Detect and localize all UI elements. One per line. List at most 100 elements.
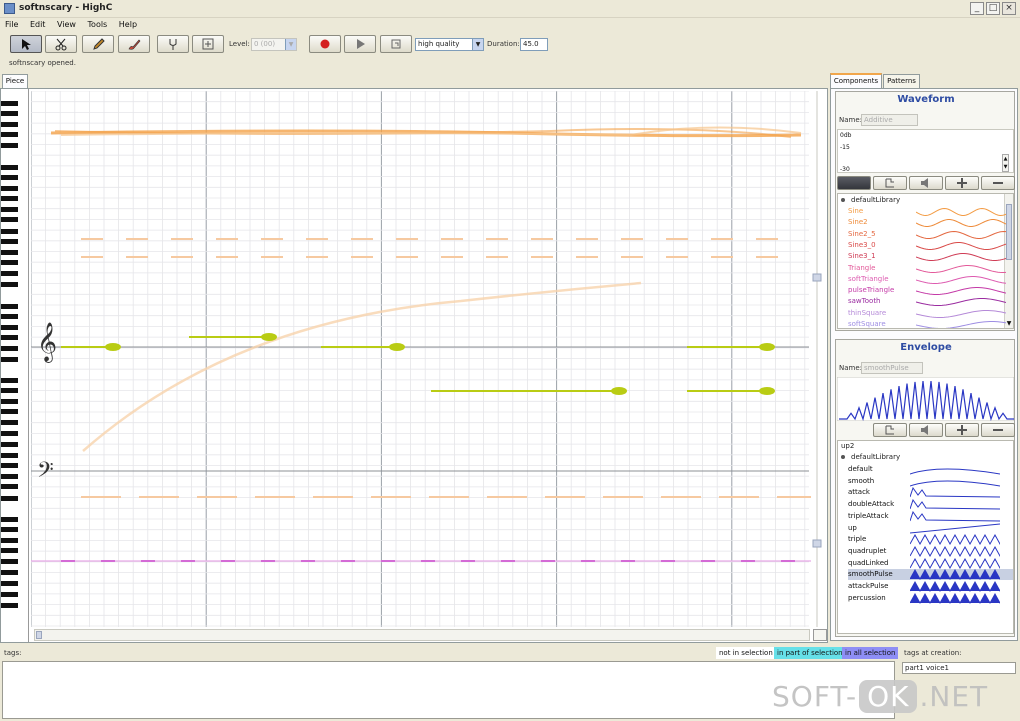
waveform-name-field[interactable]: Additive — [861, 114, 918, 126]
tuning-tool-button[interactable] — [157, 35, 189, 53]
waveform-remove-button[interactable] — [981, 176, 1015, 190]
piano-black-key[interactable] — [1, 111, 18, 116]
waveform-item[interactable]: thinSquare — [848, 308, 1008, 319]
tags-textarea[interactable] — [2, 661, 895, 719]
envelope-top-item[interactable]: up2 — [841, 441, 854, 452]
waveform-item[interactable]: softTriangle — [848, 274, 1008, 285]
envelope-item[interactable]: attack — [848, 487, 1013, 498]
waveform-item[interactable]: Sine2 — [848, 217, 1008, 228]
piano-keyboard[interactable] — [1, 89, 29, 642]
cut-tool-button[interactable] — [45, 35, 77, 53]
piano-black-key[interactable] — [1, 260, 18, 265]
piano-black-key[interactable] — [1, 101, 18, 106]
piano-black-key[interactable] — [1, 271, 18, 276]
brush-tool-button[interactable] — [118, 35, 150, 53]
waveform-item[interactable]: softSquare — [848, 319, 1008, 328]
waveform-item[interactable]: Triangle — [848, 263, 1008, 274]
piano-black-key[interactable] — [1, 357, 18, 362]
level-select[interactable]: 0 (00) ▼ — [251, 38, 297, 51]
piano-black-key[interactable] — [1, 603, 18, 608]
waveform-spectrum[interactable]: 0db -15 -30 ▲ ▼ — [837, 129, 1014, 173]
piano-black-key[interactable] — [1, 335, 18, 340]
piano-black-key[interactable] — [1, 175, 18, 180]
horizontal-scrollbar[interactable] — [34, 629, 810, 641]
envelope-item[interactable]: smooth — [848, 476, 1013, 487]
tab-piece[interactable]: Piece — [2, 74, 28, 88]
envelope-preview[interactable] — [837, 377, 1014, 421]
tab-patterns[interactable]: Patterns — [883, 74, 920, 88]
envelope-item[interactable]: quadruplet — [848, 545, 1013, 557]
piano-black-key[interactable] — [1, 196, 18, 201]
envelope-remove-button[interactable] — [981, 423, 1015, 437]
piano-black-key[interactable] — [1, 314, 18, 319]
select-tool-button[interactable] — [10, 35, 42, 53]
envelope-name-field[interactable]: smoothPulse — [861, 362, 923, 374]
piano-black-key[interactable] — [1, 239, 18, 244]
envelope-item[interactable]: default — [848, 464, 1013, 475]
waveform-item[interactable]: pulseTriangle — [848, 285, 1008, 296]
piano-black-key[interactable] — [1, 517, 18, 522]
tab-components[interactable]: Components — [830, 73, 882, 88]
piano-black-key[interactable] — [1, 474, 18, 479]
menu-view[interactable]: View — [57, 18, 76, 32]
piano-black-key[interactable] — [1, 538, 18, 543]
piano-black-key[interactable] — [1, 325, 18, 330]
waveform-color-button[interactable] — [837, 176, 871, 190]
envelope-library-root[interactable]: defaultLibrary — [841, 452, 900, 463]
piano-black-key[interactable] — [1, 378, 18, 383]
piano-black-key[interactable] — [1, 143, 18, 148]
envelope-item[interactable]: percussion — [848, 592, 1013, 604]
play-button[interactable] — [344, 35, 376, 53]
piano-black-key[interactable] — [1, 581, 18, 586]
waveform-item[interactable]: Sine2_5 — [848, 229, 1008, 240]
piano-black-key[interactable] — [1, 250, 18, 255]
maximize-button[interactable]: □ — [986, 2, 1000, 15]
piano-black-key[interactable] — [1, 592, 18, 597]
piano-black-key[interactable] — [1, 217, 18, 222]
piano-black-key[interactable] — [1, 122, 18, 127]
piano-black-key[interactable] — [1, 186, 18, 191]
piano-black-key[interactable] — [1, 132, 18, 137]
waveform-item[interactable]: Sine3_0 — [848, 240, 1008, 251]
waveform-add-button[interactable] — [945, 176, 979, 190]
duration-input[interactable]: 45.0 — [520, 38, 548, 51]
piano-black-key[interactable] — [1, 442, 18, 447]
menu-file[interactable]: File — [5, 18, 18, 32]
piano-black-key[interactable] — [1, 282, 18, 287]
piano-black-key[interactable] — [1, 484, 18, 489]
piano-black-key[interactable] — [1, 496, 18, 501]
envelope-item[interactable]: triple — [848, 534, 1013, 546]
envelope-item[interactable]: attackPulse — [848, 581, 1013, 592]
piano-black-key[interactable] — [1, 463, 18, 468]
piano-black-key[interactable] — [1, 431, 18, 436]
envelope-add-button[interactable] — [945, 423, 979, 437]
envelope-item[interactable]: doubleAttack — [848, 499, 1013, 510]
piano-black-key[interactable] — [1, 388, 18, 393]
piano-black-key[interactable] — [1, 165, 18, 170]
waveform-play-button[interactable] — [909, 176, 943, 190]
piano-black-key[interactable] — [1, 559, 18, 564]
envelope-item[interactable]: smoothPulse — [848, 569, 1013, 581]
waveform-item[interactable]: sawTooth — [848, 296, 1008, 307]
score-grid[interactable]: 𝄞𝄢 — [31, 91, 811, 627]
piano-black-key[interactable] — [1, 453, 18, 458]
envelope-library-list[interactable]: up2 defaultLibrary default smooth attack do… — [837, 440, 1014, 634]
piano-black-key[interactable] — [1, 409, 18, 414]
piano-black-key[interactable] — [1, 420, 18, 425]
waveform-item[interactable]: Sine3_1 — [848, 251, 1008, 262]
envelope-item[interactable]: tripleAttack — [848, 510, 1013, 522]
record-button[interactable] — [309, 35, 341, 53]
minimize-button[interactable]: _ — [970, 2, 984, 15]
pencil-tool-button[interactable] — [82, 35, 114, 53]
menu-tools[interactable]: Tools — [88, 18, 108, 32]
envelope-item[interactable]: up — [848, 523, 1013, 534]
waveform-library-list[interactable]: defaultLibrary ▼ Sine Sine2 Sine2_5 Sine3_0… — [837, 193, 1014, 329]
piano-black-key[interactable] — [1, 548, 18, 553]
piano-black-key[interactable] — [1, 399, 18, 404]
envelope-new-button[interactable] — [873, 423, 907, 437]
piece-canvas[interactable]: 𝄞 𝄢 — [0, 88, 828, 643]
spectrum-stepper[interactable]: ▲ ▼ — [1002, 154, 1009, 172]
piano-black-key[interactable] — [1, 570, 18, 575]
piano-black-key[interactable] — [1, 346, 18, 351]
vertical-scrollbar[interactable] — [811, 91, 826, 643]
